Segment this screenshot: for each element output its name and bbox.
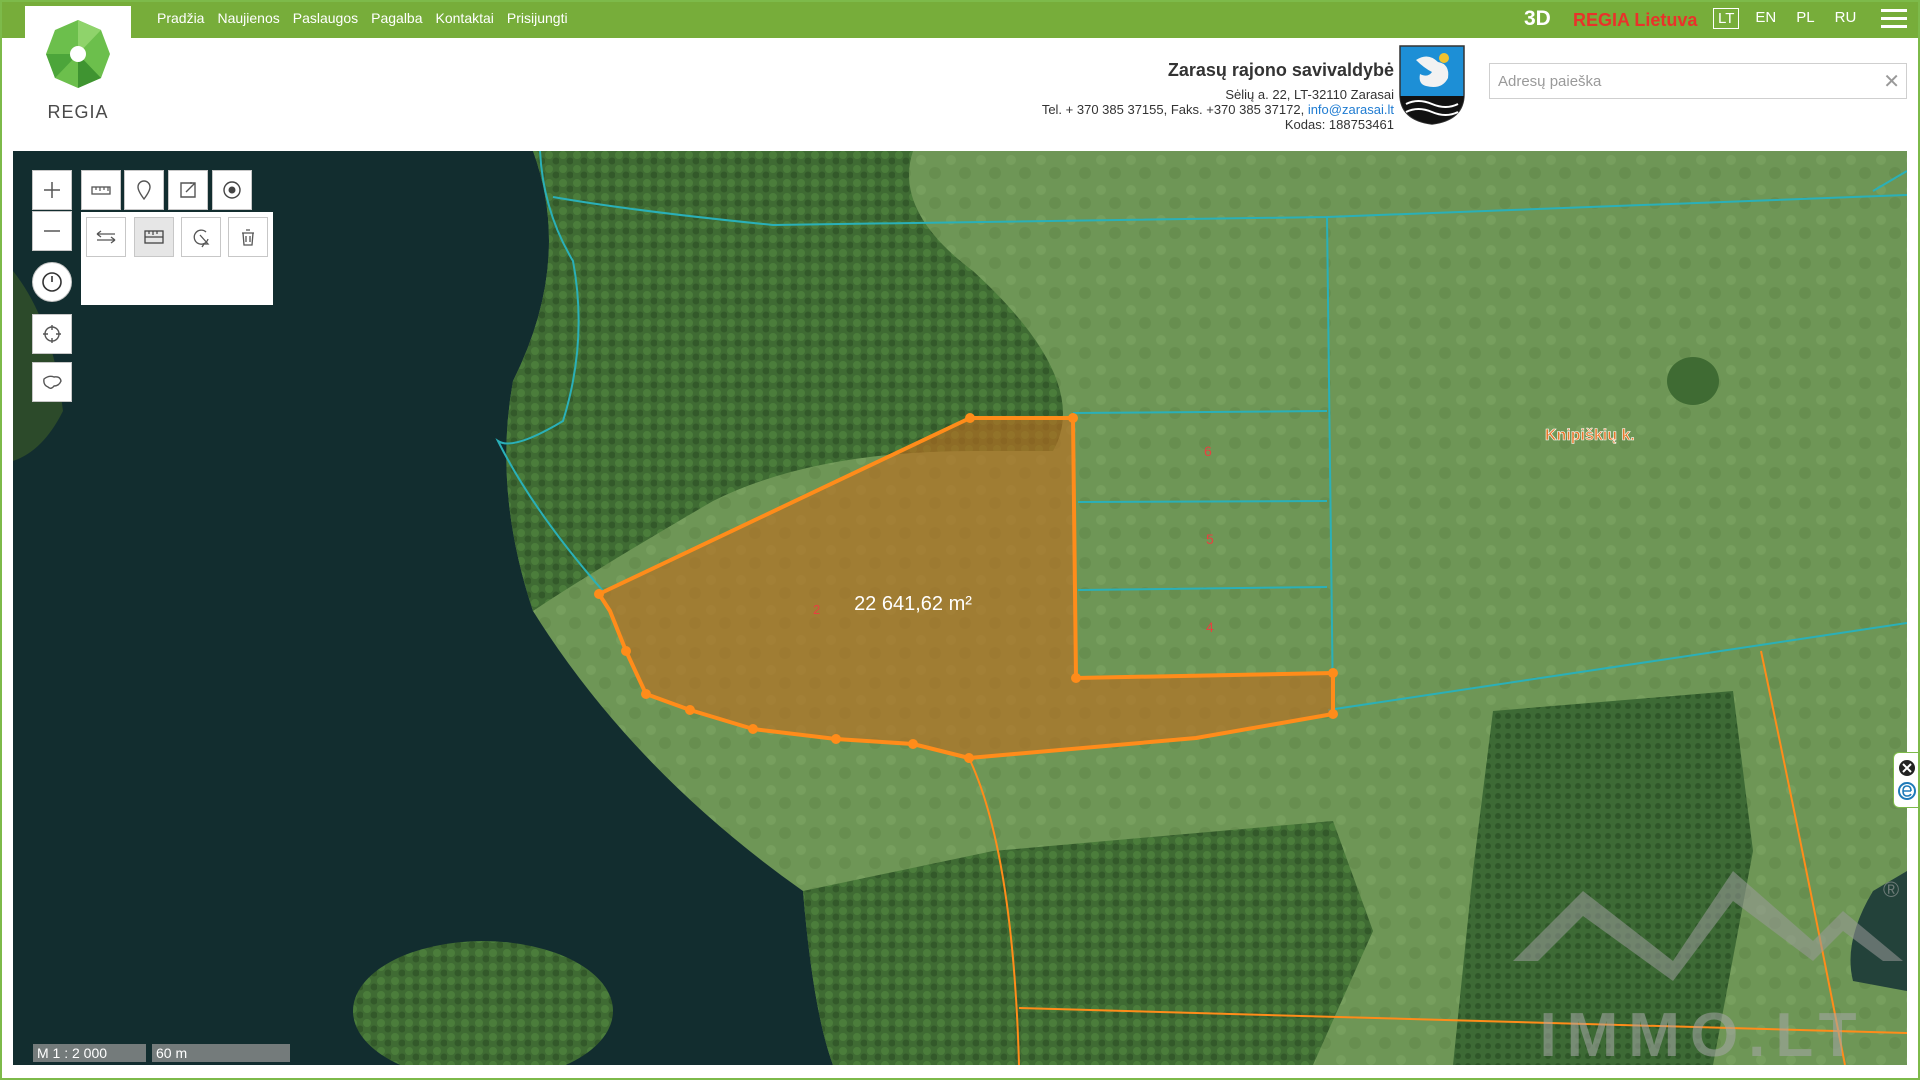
parcel-number-4: 4 — [1206, 619, 1214, 635]
village-label: Knipiškių k. — [1545, 427, 1635, 444]
measure-area-button[interactable] — [134, 217, 174, 257]
lang-en[interactable]: EN — [1751, 8, 1780, 29]
export-button[interactable] — [168, 170, 208, 210]
e-service-icon[interactable] — [1898, 782, 1916, 800]
history-button[interactable] — [32, 262, 72, 302]
orthophoto-map[interactable]: 22 641,62 m² 2 6 5 4 Knipiškių k. IMMO.L… — [13, 151, 1907, 1065]
area-label: 22 641,62 m² — [854, 593, 972, 615]
target-button[interactable] — [212, 170, 252, 210]
municipality-info: Zarasų rajono savivaldybė Sėlių a. 22, L… — [1042, 60, 1394, 132]
parcel-number-6: 6 — [1204, 443, 1212, 459]
menu-icon[interactable] — [1881, 9, 1907, 29]
ruler-button[interactable] — [81, 170, 121, 210]
target-icon — [223, 181, 241, 199]
trash-icon — [242, 229, 254, 246]
measure-distance-icon — [96, 230, 116, 244]
lang-ru[interactable]: RU — [1831, 8, 1861, 29]
locate-button[interactable] — [32, 314, 72, 354]
main-nav: Pradžia Naujienos Paslaugos Pagalba Kont… — [157, 10, 568, 26]
clock-icon — [42, 272, 62, 292]
pin-icon — [137, 180, 151, 201]
regia-lietuva-link[interactable]: REGIA Lietuva — [1573, 10, 1697, 31]
nav-paslaugos[interactable]: Paslaugos — [293, 10, 358, 26]
nav-naujienos[interactable]: Naujienos — [217, 10, 279, 26]
side-widget-icons — [1898, 760, 1916, 800]
lithuania-outline-icon — [43, 375, 62, 389]
scale-length: 60 m — [152, 1044, 290, 1062]
nav-kontaktai[interactable]: Kontaktai — [436, 10, 494, 26]
nav-pradzia[interactable]: Pradžia — [157, 10, 204, 26]
watermark-text: IMMO.LT — [1539, 1001, 1866, 1065]
measure-distance-button[interactable] — [86, 217, 126, 257]
address-search: ✕ — [1489, 63, 1907, 99]
plus-icon — [44, 182, 60, 198]
full-extent-button[interactable] — [32, 362, 72, 402]
select-button[interactable] — [181, 217, 221, 257]
single-tree — [1667, 357, 1719, 405]
close-circle-icon[interactable] — [1899, 760, 1915, 776]
municipality-contacts: Tel. + 370 385 37155, Faks. +370 385 371… — [1042, 102, 1394, 117]
municipality-phone: Tel. + 370 385 37155, Faks. +370 385 371… — [1041, 102, 1305, 117]
map-view[interactable]: 22 641,62 m² 2 6 5 4 Knipiškių k. IMMO.L… — [13, 151, 1907, 1065]
municipality-name: Zarasų rajono savivaldybė — [1167, 60, 1394, 80]
address-search-input[interactable] — [1490, 64, 1870, 98]
municipality-code: Kodas: 188753461 — [1284, 117, 1394, 132]
language-switcher: LT EN PL RU — [1713, 8, 1860, 29]
registered-mark: ® — [1883, 877, 1899, 902]
delete-button[interactable] — [228, 217, 268, 257]
nav-pagalba[interactable]: Pagalba — [371, 10, 422, 26]
parcel-number-5: 5 — [1206, 531, 1214, 547]
regia-logo[interactable]: REGIA — [25, 6, 131, 128]
3d-button[interactable]: 3D — [1524, 7, 1551, 31]
municipality-address: Sėlių a. 22, LT-32110 Zarasai — [1225, 87, 1394, 102]
export-icon — [180, 182, 196, 198]
zoom-in-button[interactable] — [32, 170, 72, 210]
crosshair-icon — [43, 325, 61, 343]
scale-ratio: M 1 : 2 000 — [33, 1044, 146, 1062]
lang-pl[interactable]: PL — [1792, 8, 1818, 29]
coat-of-arms-icon — [1399, 45, 1465, 125]
regia-logo-icon — [46, 20, 110, 88]
municipality-email-link[interactable]: info@zarasai.lt — [1308, 102, 1394, 117]
pin-button[interactable] — [124, 170, 164, 210]
measure-area-icon — [144, 230, 164, 244]
select-icon — [193, 229, 210, 248]
ruler-icon — [91, 186, 111, 195]
nav-prisijungti[interactable]: Prisijungti — [507, 10, 568, 26]
close-icon[interactable]: ✕ — [1883, 69, 1900, 94]
logo-text: REGIA — [47, 102, 109, 122]
zoom-out-button[interactable] — [32, 211, 72, 251]
side-widget — [1893, 752, 1920, 808]
parcel-number-2: 2 — [813, 602, 820, 617]
lang-lt[interactable]: LT — [1713, 8, 1740, 29]
minus-icon — [44, 230, 60, 232]
